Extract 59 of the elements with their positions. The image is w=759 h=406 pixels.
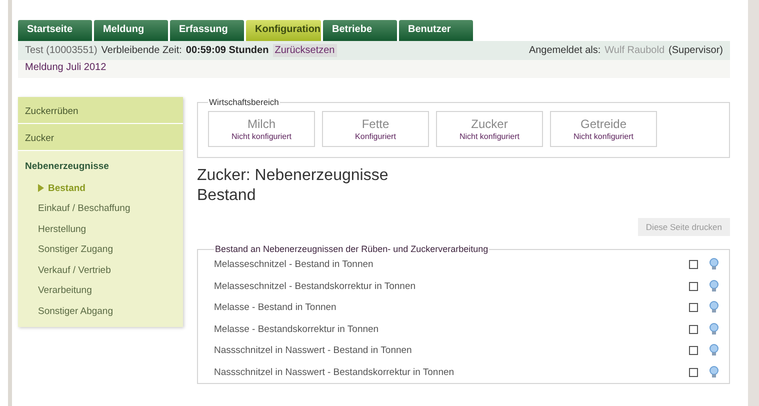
account-label: Test (10003551)	[25, 45, 98, 56]
sidebar-item[interactable]: Verarbeitung	[38, 285, 92, 296]
logged-in-label: Angemeldet als:	[528, 45, 601, 56]
panel-legend: Bestand an Nebenerzeugnissen der Rüben- und Zuckerverarbeitung	[214, 244, 490, 254]
sector-name: Getreide	[580, 117, 627, 131]
sidebar-group[interactable]: Zuckerrüben	[18, 97, 183, 124]
lightbulb-icon[interactable]	[709, 280, 719, 293]
nav-tab[interactable]: Betriebe	[323, 20, 397, 41]
page-subtitle: Bestand	[197, 186, 257, 206]
checkbox[interactable]	[689, 303, 698, 312]
stock-row-label: Melasseschnitzel - Bestand in Tonnen	[214, 259, 374, 270]
scrollbar[interactable]	[748, 0, 759, 406]
sector-name: Fette	[362, 117, 390, 131]
arrow-icon	[38, 184, 44, 192]
lightbulb-icon[interactable]	[709, 258, 719, 272]
sector-status: Nicht konfiguriert	[459, 132, 520, 141]
lightbulb-icon[interactable]	[709, 366, 719, 379]
nav-tab[interactable]: Konfiguration	[246, 20, 321, 41]
checkbox[interactable]	[689, 368, 698, 377]
sector-button[interactable]: Getreide Nicht konfiguriert	[550, 111, 657, 147]
checkbox[interactable]	[689, 346, 698, 356]
sector-name: Zucker	[471, 117, 508, 131]
report-title: Meldung Juli 2012	[25, 62, 106, 73]
sidebar-item[interactable]: Verkauf / Vertrieb	[38, 264, 111, 276]
user-role: (Supervisor)	[668, 45, 723, 56]
stock-row-label: Melasseschnitzel - Bestandskorrektur in Tonnen	[214, 280, 417, 292]
lightbulb-icon[interactable]	[709, 322, 719, 336]
stock-row-label: Nassschnitzel in Nasswert - Bestandskorrektur in Tonnen	[214, 366, 456, 378]
page-title: Zucker: Nebenerzeugnisse	[197, 166, 390, 186]
sidebar-item[interactable]: Einkauf / Beschaffung	[38, 203, 130, 214]
remaining-time: 00:59:09 Stunden	[186, 45, 269, 56]
checkbox[interactable]	[689, 260, 698, 270]
sector-status: Nicht konfiguriert	[231, 132, 292, 141]
stock-row-label: Nassschnitzel in Nasswert - Bestand in Tonnen	[214, 345, 413, 356]
stock-row-label: Melasse - Bestandskorrektur in Tonnen	[214, 324, 380, 335]
nav-tab[interactable]: Startseite	[18, 20, 92, 41]
sector-button[interactable]: Milch Nicht konfiguriert	[208, 111, 315, 147]
lightbulb-icon[interactable]	[709, 344, 719, 358]
sidebar-group[interactable]: Nebenerzeugnisse	[18, 151, 183, 175]
sidebar-item[interactable]: Herstellung	[38, 224, 86, 235]
sector-button[interactable]: Zucker Nicht konfiguriert	[436, 111, 543, 147]
lightbulb-icon[interactable]	[709, 301, 719, 314]
sidebar-item[interactable]: Sonstiger Abgang	[38, 306, 114, 317]
reset-link[interactable]: Zurücksetzen	[272, 44, 337, 57]
user-name: Wulf Raubold	[604, 45, 665, 56]
sector-name: Milch	[247, 117, 276, 131]
sector-button[interactable]: Fette Konfiguriert	[322, 111, 429, 147]
sidebar-group[interactable]: Zucker	[18, 124, 183, 151]
nav-tab[interactable]: Erfassung	[170, 20, 244, 41]
nav-tab[interactable]: Benutzer	[399, 20, 473, 41]
sector-status: Konfiguriert	[355, 132, 396, 141]
checkbox[interactable]	[689, 282, 698, 291]
checkbox[interactable]	[689, 324, 698, 334]
nav-tab[interactable]: Meldung	[94, 20, 168, 41]
sector-status: Nicht konfiguriert	[573, 132, 634, 141]
stock-row-label: Melasse - Bestand in Tonnen	[214, 302, 338, 314]
remaining-label: Verbleibende Zeit:	[101, 45, 182, 56]
panel-legend: Wirtschaftsbereich	[208, 97, 280, 107]
sidebar-item[interactable]: Sonstiger Zugang	[38, 244, 113, 256]
